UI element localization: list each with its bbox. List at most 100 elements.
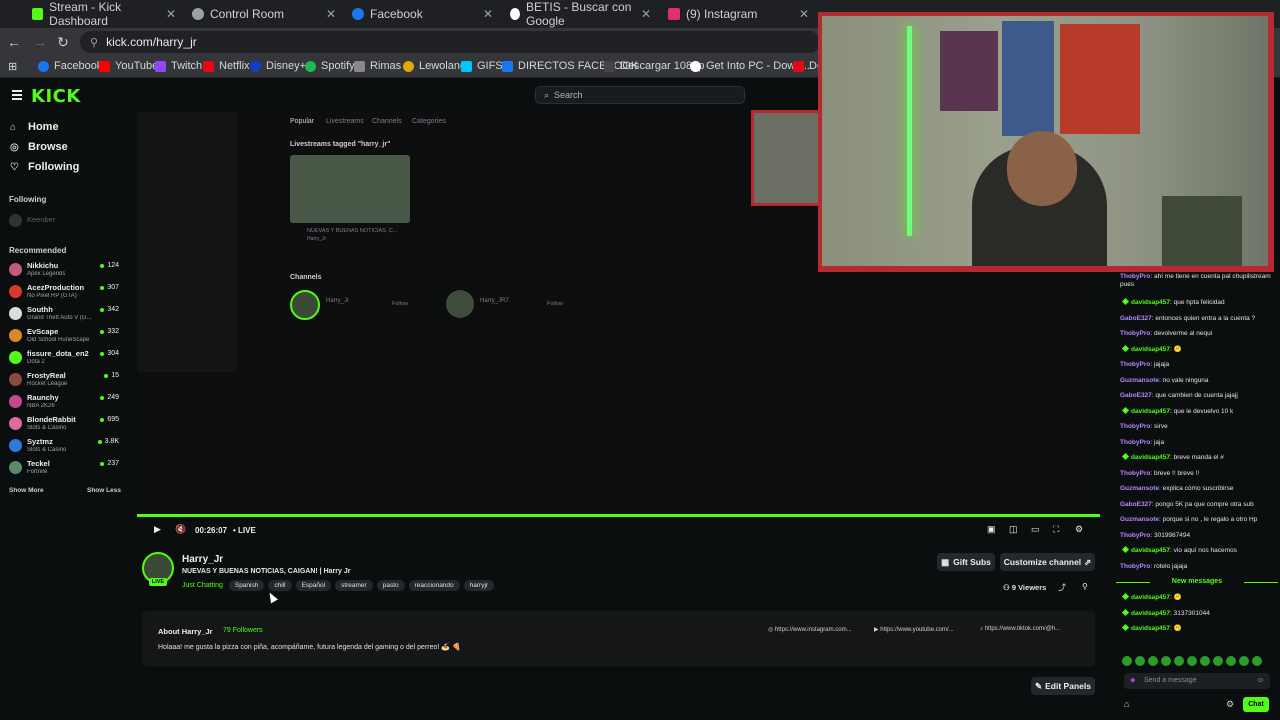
gift-subs-button[interactable]: ▦ Gift Subs <box>937 553 995 571</box>
emote-icon[interactable] <box>1174 656 1184 666</box>
chat-username[interactable]: ThobyPro <box>1120 423 1150 430</box>
emote-icon[interactable] <box>1148 656 1158 666</box>
emote-icon[interactable] <box>1200 656 1210 666</box>
sidebar-item-browse[interactable]: ◎ Browse <box>10 141 68 153</box>
tag-chip[interactable]: streamer <box>335 580 373 591</box>
emote-icon[interactable] <box>1213 656 1223 666</box>
chat-username[interactable]: davidsap457 <box>1131 547 1170 554</box>
store-icon[interactable]: ⌂ <box>1124 699 1129 709</box>
apps-icon[interactable]: ⊞ <box>8 60 17 73</box>
tab-instagram[interactable]: (9) Instagram ✕ <box>660 2 815 26</box>
player-progress-bar[interactable] <box>137 514 1100 517</box>
show-less-link[interactable]: Show Less <box>87 487 121 494</box>
recommended-item[interactable]: Southh Grand Theft Auto V (G... 342 <box>9 305 121 325</box>
sidebar-item-following[interactable]: ♡ Following <box>10 161 79 173</box>
user-settings-icon[interactable]: ⚲ <box>1082 582 1088 591</box>
streamer-name[interactable]: Harry_Jr <box>182 554 223 565</box>
chat-username[interactable]: davidsap457 <box>1131 408 1170 415</box>
clip-icon[interactable]: ▣ <box>987 524 996 535</box>
chat-username[interactable]: Guzmansote <box>1120 485 1159 492</box>
bookmark-twitch[interactable]: Twitch <box>155 60 202 72</box>
close-icon[interactable]: ✕ <box>799 7 809 21</box>
tag-chip[interactable]: harryjr <box>463 580 495 591</box>
chat-username[interactable]: ThobyPro <box>1120 273 1150 280</box>
site-info-icon[interactable]: ⚲ <box>90 36 98 49</box>
edit-panels-button[interactable]: ✎ Edit Panels <box>1031 677 1095 695</box>
instagram-link[interactable]: ◎ https://www.instagram.com... <box>768 626 852 633</box>
back-icon[interactable]: ← <box>6 34 22 50</box>
chat-username[interactable]: ThobyPro <box>1120 439 1150 446</box>
close-icon[interactable]: ✕ <box>641 7 651 21</box>
recommended-item[interactable]: AcezProduction No Pixel RP (GTA) 307 <box>9 283 121 303</box>
chat-username[interactable]: GaboE327 <box>1120 501 1152 508</box>
url-input[interactable]: ⚲ kick.com/harry_jr <box>80 31 820 53</box>
chat-username[interactable]: GaboE327 <box>1120 315 1152 322</box>
bookmark-netflix[interactable]: Netflix <box>203 60 250 72</box>
chat-username[interactable]: ThobyPro <box>1120 563 1150 570</box>
emote-icon[interactable] <box>1122 656 1132 666</box>
send-chat-button[interactable]: Chat <box>1243 697 1269 712</box>
recommended-item[interactable]: EvScape Old School RuneScape 332 <box>9 327 121 347</box>
emote-picker-icon[interactable]: ◆ <box>1130 673 1135 689</box>
chat-username[interactable]: davidsap457 <box>1131 594 1170 601</box>
emote-icon[interactable] <box>1239 656 1249 666</box>
chat-settings-icon[interactable]: ⚙ <box>1226 699 1234 710</box>
recommended-item[interactable]: Raunchy NBA 2K26 249 <box>9 393 121 413</box>
chat-input[interactable]: ◆ Send a message ☺ <box>1124 673 1270 689</box>
bookmark-lewolang[interactable]: Lewolang <box>403 60 466 72</box>
chat-username[interactable]: davidsap457 <box>1131 454 1170 461</box>
chat-username[interactable]: ThobyPro <box>1120 361 1150 368</box>
tab-facebook[interactable]: Facebook ✕ <box>344 2 499 26</box>
tiktok-link[interactable]: ♪ https://www.tiktok.com/@h... <box>980 626 1060 632</box>
emote-icon[interactable] <box>1187 656 1197 666</box>
chat-username[interactable]: davidsap457 <box>1131 625 1170 632</box>
bookmark-gifs[interactable]: GIFS <box>461 60 503 72</box>
chat-username[interactable]: Guzmansote <box>1120 516 1159 523</box>
settings-icon[interactable]: ⚙ <box>1075 524 1083 535</box>
tab-kick-dashboard[interactable]: Stream - Kick Dashboard ✕ <box>24 0 182 28</box>
kick-logo[interactable]: KICK <box>31 86 81 107</box>
tag-chip[interactable]: reaccionando <box>408 580 460 591</box>
close-icon[interactable]: ✕ <box>483 7 493 21</box>
bookmark-youtube[interactable]: YouTube <box>99 60 158 72</box>
reload-icon[interactable]: ↻ <box>55 34 71 50</box>
chat-username[interactable]: GaboE327 <box>1120 392 1152 399</box>
smiley-icon[interactable]: ☺ <box>1257 673 1264 689</box>
chat-username[interactable]: ThobyPro <box>1120 532 1150 539</box>
tab-google[interactable]: BETIS - Buscar con Google ✕ <box>502 0 657 28</box>
tag-chip[interactable]: chill <box>268 580 292 591</box>
following-item[interactable]: Keenber <box>9 212 121 232</box>
chat-username[interactable]: ThobyPro <box>1120 470 1150 477</box>
chat-username[interactable]: Guzmansote <box>1120 377 1159 384</box>
sidebar-item-home[interactable]: ⌂ Home <box>10 121 59 133</box>
tag-chip[interactable]: Español <box>295 580 332 591</box>
forward-icon[interactable]: → <box>32 34 48 50</box>
new-messages-divider[interactable]: New messages <box>1116 578 1278 585</box>
recommended-item[interactable]: fissure_dota_en2 Dota 2 304 <box>9 349 121 369</box>
bookmark-rimas[interactable]: Rimas <box>354 60 401 72</box>
pip-icon[interactable]: ◫ <box>1009 524 1018 535</box>
youtube-link[interactable]: ▶ https://www.youtube.com/... <box>874 626 954 633</box>
emote-icon[interactable] <box>1226 656 1236 666</box>
chat-username[interactable]: davidsap457 <box>1131 610 1170 617</box>
theater-icon[interactable]: ▭ <box>1031 524 1040 535</box>
share-icon[interactable]: ⤴ <box>1058 582 1066 593</box>
chat-username[interactable]: davidsap457 <box>1131 299 1170 306</box>
play-icon[interactable]: ▶ <box>154 524 161 535</box>
bookmark-facebook[interactable]: Facebook <box>38 60 102 72</box>
bookmark-spotify[interactable]: Spotify <box>305 60 355 72</box>
emote-icon[interactable] <box>1135 656 1145 666</box>
recommended-item[interactable]: Syztmz Slots & Casino 3.8K <box>9 437 121 457</box>
recommended-item[interactable]: BlondeRabbit Slots & Casino 695 <box>9 415 121 435</box>
menu-icon[interactable] <box>12 90 22 100</box>
show-more-link[interactable]: Show More <box>9 487 44 494</box>
fullscreen-icon[interactable]: ⛶ <box>1053 524 1059 535</box>
search-input[interactable]: ⌕ Search <box>535 86 745 104</box>
recommended-item[interactable]: Teckel Fortnite 237 <box>9 459 121 479</box>
customize-channel-button[interactable]: Customize channel ⇗ <box>1000 553 1095 571</box>
category-link[interactable]: Just Chatting <box>182 582 223 589</box>
close-icon[interactable]: ✕ <box>326 7 336 21</box>
chat-username[interactable]: davidsap457 <box>1131 346 1170 353</box>
tag-chip[interactable]: pasto <box>376 580 405 591</box>
tag-chip[interactable]: Spanish <box>228 580 265 591</box>
